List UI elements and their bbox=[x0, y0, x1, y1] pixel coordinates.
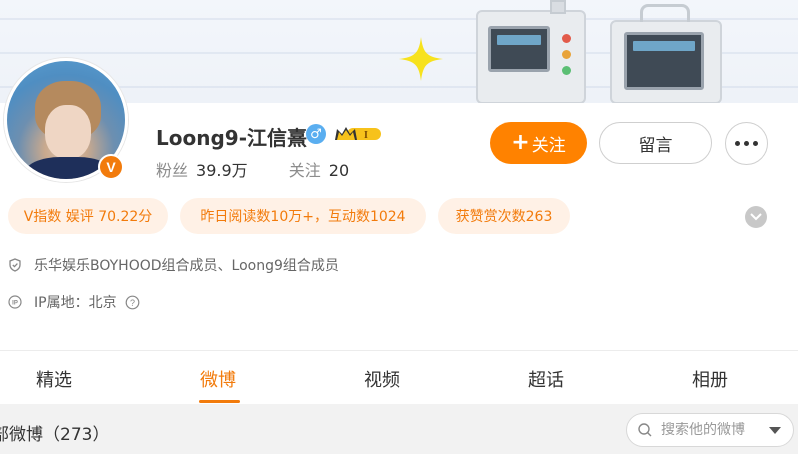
fans-label: 粉丝 bbox=[156, 161, 189, 180]
post-count: 部微博（273） bbox=[0, 425, 110, 445]
reward-count-tag[interactable]: 获赞赏次数263 bbox=[438, 198, 570, 234]
sparkle-icon bbox=[399, 37, 443, 81]
divider bbox=[0, 350, 798, 351]
profile-name: Loong9-江信熹 bbox=[156, 126, 307, 150]
verified-icon: V bbox=[98, 154, 124, 180]
ip-icon: IP bbox=[8, 295, 22, 309]
search-icon bbox=[638, 423, 652, 437]
shield-icon bbox=[9, 258, 21, 272]
v-index-tag[interactable]: V指数 娱评 70.22分 bbox=[8, 198, 168, 234]
feed-search[interactable] bbox=[626, 413, 794, 447]
following-stat[interactable]: 关注 20 bbox=[289, 161, 349, 180]
tab-album[interactable]: 相册 bbox=[692, 366, 728, 392]
bio-text: 乐华娱乐BOYHOOD组合成员、Loong9组合成员 bbox=[34, 258, 339, 274]
following-count: 20 bbox=[328, 161, 350, 180]
message-button[interactable]: 留言 bbox=[599, 122, 712, 164]
monitor-image-2 bbox=[610, 20, 722, 103]
ip-line: IP IP属地：北京 ? bbox=[8, 292, 140, 312]
tab-weibo[interactable]: 微博 bbox=[200, 366, 236, 392]
chevron-down-icon[interactable] bbox=[745, 206, 767, 228]
svg-text:IP: IP bbox=[12, 301, 18, 307]
svg-text:?: ? bbox=[130, 298, 135, 308]
vip-level-text: I bbox=[364, 130, 368, 141]
reading-stats-tag[interactable]: 昨日阅读数10万+，互动数1024 bbox=[180, 198, 426, 234]
plus-icon: + bbox=[511, 130, 530, 155]
bio-line: 乐华娱乐BOYHOOD组合成员、Loong9组合成员 bbox=[8, 255, 339, 275]
monitor-image-1 bbox=[476, 10, 586, 103]
tab-supertopic[interactable]: 超话 bbox=[528, 366, 564, 392]
help-icon[interactable]: ? bbox=[125, 295, 140, 310]
follow-label: 关注 bbox=[531, 135, 566, 156]
follow-button[interactable]: + 关注 bbox=[490, 122, 587, 164]
male-icon: ♂ bbox=[306, 124, 326, 144]
active-tab-indicator bbox=[199, 400, 240, 403]
cover-banner bbox=[0, 0, 798, 103]
dropdown-caret-icon[interactable] bbox=[769, 427, 781, 434]
fans-stat[interactable]: 粉丝 39.9万 bbox=[156, 161, 253, 180]
following-label: 关注 bbox=[288, 161, 321, 180]
tab-featured[interactable]: 精选 bbox=[36, 366, 72, 392]
search-input[interactable] bbox=[661, 422, 771, 438]
stats-row: 粉丝 39.9万 关注 20 bbox=[156, 157, 385, 181]
vip-crown-icon[interactable]: I bbox=[333, 125, 383, 143]
ip-text: IP属地：北京 bbox=[34, 295, 117, 311]
tab-video[interactable]: 视频 bbox=[364, 366, 400, 392]
more-icon[interactable] bbox=[725, 122, 768, 165]
fans-count: 39.9万 bbox=[196, 161, 248, 180]
profile-page: V Loong9-江信熹 ♂ I 粉丝 39.9万 关注 20 + 关注 留言 V指… bbox=[0, 0, 798, 454]
